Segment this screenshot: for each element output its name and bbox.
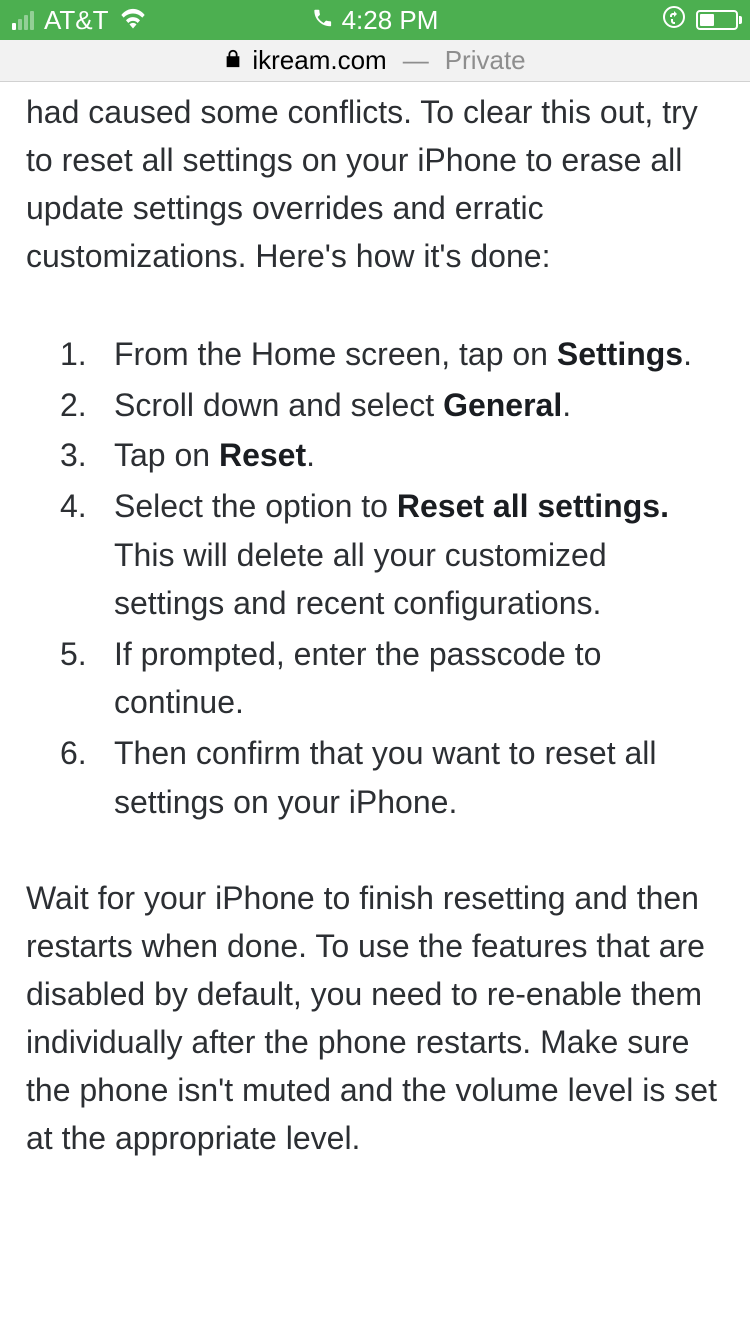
step-item: 3.Tap on Reset. <box>60 431 724 480</box>
step-number: 2. <box>60 381 114 430</box>
battery-icon <box>696 10 738 30</box>
status-center: 4:28 PM <box>312 5 439 36</box>
carrier-label: AT&T <box>44 5 109 36</box>
intro-paragraph: had caused some conflicts. To clear this… <box>26 88 724 280</box>
step-text: If prompted, enter the passcode to conti… <box>114 630 724 727</box>
url-mode: Private <box>445 45 526 76</box>
step-item: 5.If prompted, enter the passcode to con… <box>60 630 724 727</box>
step-bold-term: Reset all settings. <box>397 488 669 524</box>
status-left: AT&T <box>12 5 147 36</box>
page-content[interactable]: had caused some conflicts. To clear this… <box>0 82 750 1182</box>
step-text: Then confirm that you want to reset all … <box>114 729 724 826</box>
step-item: 1.From the Home screen, tap on Settings. <box>60 330 724 379</box>
clock-time: 4:28 PM <box>342 5 439 36</box>
status-right <box>662 5 738 36</box>
url-separator: — <box>397 45 435 76</box>
steps-list: 1.From the Home screen, tap on Settings.… <box>26 330 724 826</box>
step-text: Scroll down and select General. <box>114 381 724 430</box>
step-item: 6.Then confirm that you want to reset al… <box>60 729 724 826</box>
step-number: 4. <box>60 482 114 628</box>
step-bold-term: Reset <box>219 437 306 473</box>
step-text: Select the option to Reset all settings.… <box>114 482 724 628</box>
lock-icon <box>224 45 242 76</box>
step-text: From the Home screen, tap on Settings. <box>114 330 724 379</box>
step-number: 5. <box>60 630 114 727</box>
phone-icon <box>312 5 334 36</box>
wifi-icon <box>119 5 147 36</box>
step-number: 1. <box>60 330 114 379</box>
url-domain: ikream.com <box>252 45 386 76</box>
status-bar: AT&T 4:28 PM <box>0 0 750 40</box>
step-item: 2.Scroll down and select General. <box>60 381 724 430</box>
step-number: 3. <box>60 431 114 480</box>
url-bar[interactable]: ikream.com — Private <box>0 40 750 82</box>
step-bold-term: General <box>443 387 562 423</box>
step-number: 6. <box>60 729 114 826</box>
step-item: 4.Select the option to Reset all setting… <box>60 482 724 628</box>
step-text: Tap on Reset. <box>114 431 724 480</box>
step-bold-term: Settings <box>557 336 683 372</box>
signal-bars-icon <box>12 10 34 30</box>
orientation-lock-icon <box>662 5 686 36</box>
closing-paragraph: Wait for your iPhone to finish resetting… <box>26 874 724 1162</box>
